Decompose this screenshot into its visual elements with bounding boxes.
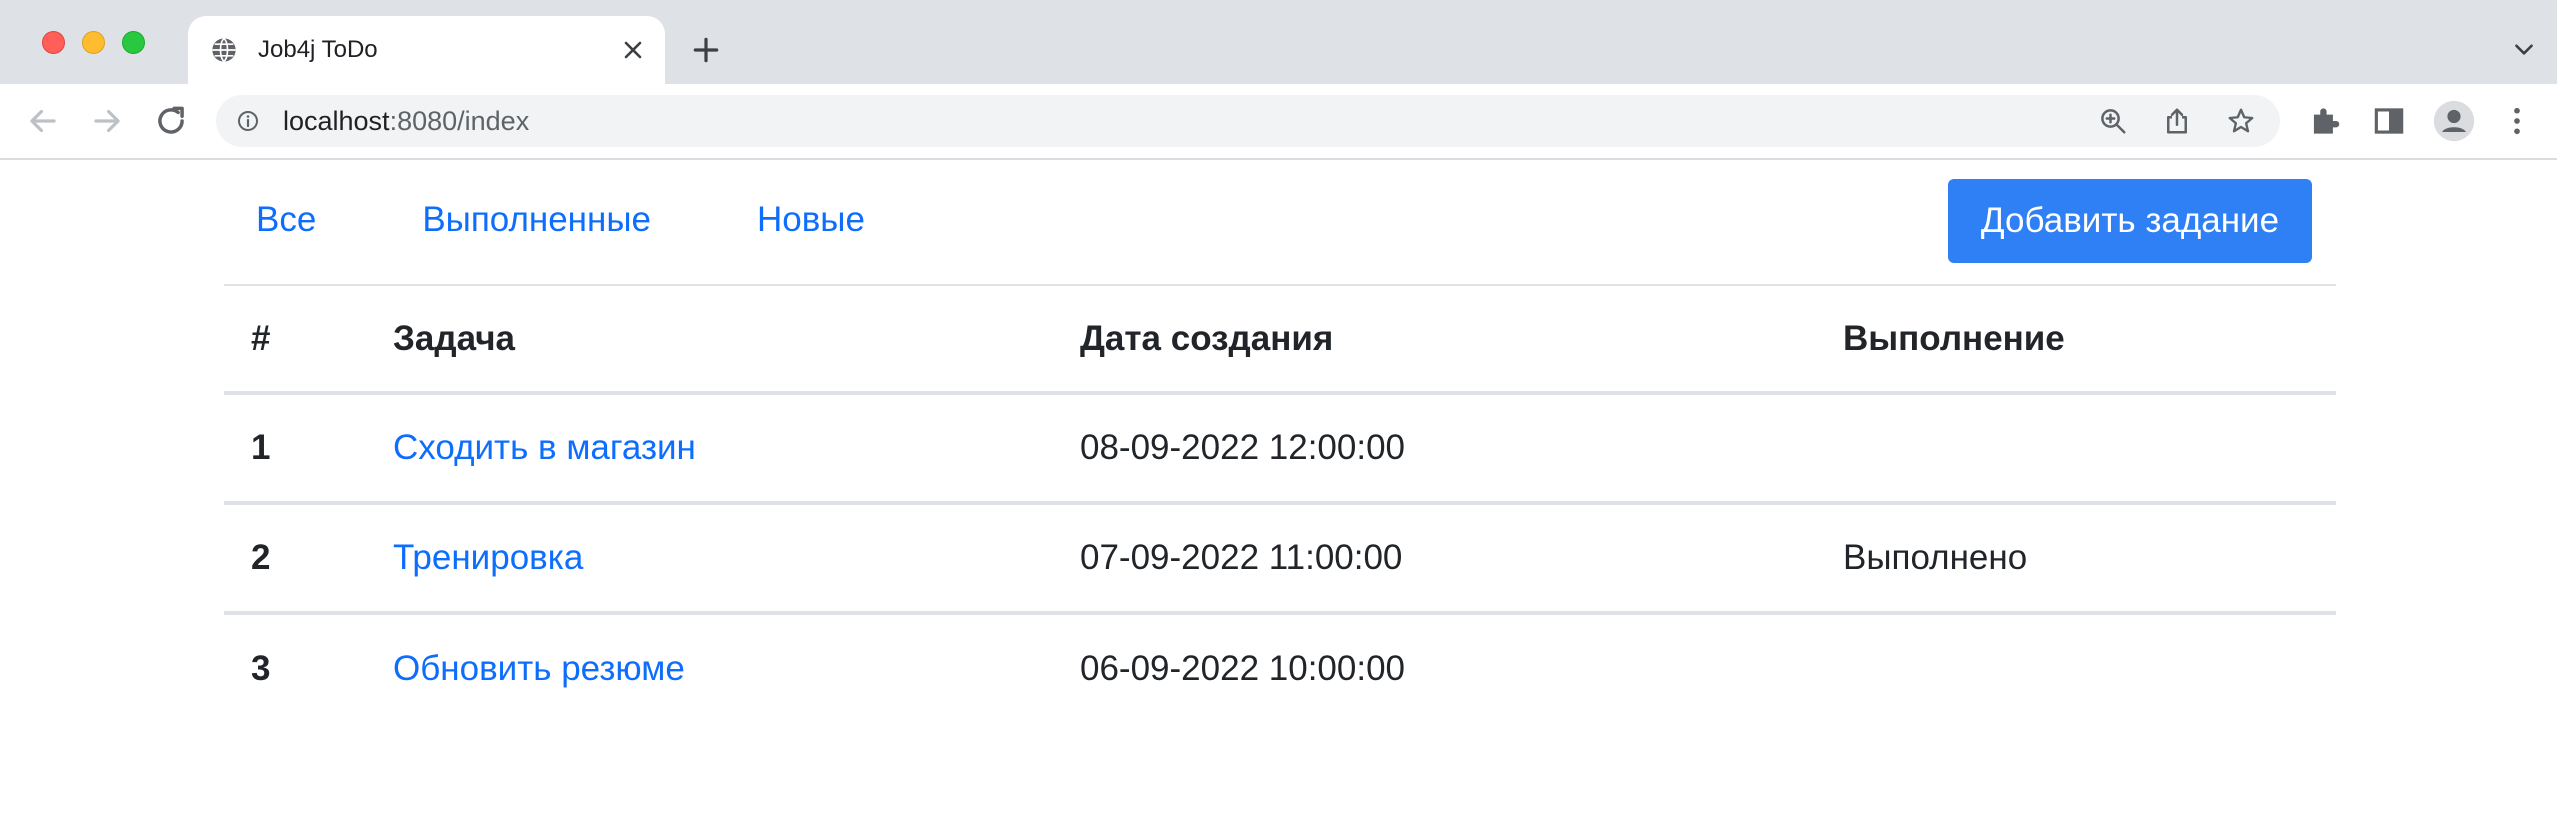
row-task-cell: Тренировка <box>393 503 1080 613</box>
star-icon[interactable] <box>2226 106 2256 136</box>
profile-icon[interactable] <box>2432 99 2476 143</box>
row-task-cell: Сходить в магазин <box>393 393 1080 503</box>
url-path: :8080/index <box>389 106 530 136</box>
header-number: # <box>251 318 271 358</box>
task-link[interactable]: Сходить в магазин <box>393 428 696 467</box>
task-link[interactable]: Обновить резюме <box>393 649 685 688</box>
row-created: 07-09-2022 11:00:00 <box>1080 538 1403 577</box>
row-number: 1 <box>251 428 271 467</box>
share-icon[interactable] <box>2162 106 2192 136</box>
browser-tab-active[interactable]: Job4j ToDo <box>188 16 665 84</box>
header-task: Задача <box>393 318 515 358</box>
row-task-cell: Обновить резюме <box>393 613 1080 723</box>
filter-done-link[interactable]: Выполненные <box>390 200 683 240</box>
side-panel-icon[interactable] <box>2370 102 2408 140</box>
window-close-button[interactable] <box>42 31 65 54</box>
header-created: Дата создания <box>1080 318 1334 358</box>
arrow-right-icon[interactable] <box>88 102 126 140</box>
table-row: 2 Тренировка 07-09-2022 11:00:00 Выполне… <box>224 503 2336 613</box>
header-status: Выполнение <box>1843 318 2065 358</box>
table-header-row: # Задача Дата создания Выполнение <box>224 285 2336 393</box>
filter-nav: Все Выполненные Новые <box>224 194 897 246</box>
chevron-down-icon[interactable] <box>2511 36 2537 62</box>
add-task-button[interactable]: Добавить задание <box>1948 179 2312 263</box>
plus-icon[interactable] <box>690 34 722 66</box>
table-row: 3 Обновить резюме 06-09-2022 10:00:00 <box>224 613 2336 723</box>
filter-new-link[interactable]: Новые <box>725 200 897 240</box>
tab-title: Job4j ToDo <box>258 36 378 63</box>
task-link[interactable]: Тренировка <box>393 538 583 577</box>
filter-all-link[interactable]: Все <box>224 200 348 240</box>
row-status <box>1843 393 2336 503</box>
browser-toolbar: localhost:8080/index <box>0 84 2557 160</box>
row-created: 08-09-2022 12:00:00 <box>1080 428 1405 467</box>
arrow-left-icon[interactable] <box>24 102 62 140</box>
puzzle-icon[interactable] <box>2306 102 2344 140</box>
close-icon[interactable] <box>619 36 647 64</box>
window-zoom-button[interactable] <box>122 31 145 54</box>
row-status <box>1843 613 2336 723</box>
reload-icon[interactable] <box>152 102 190 140</box>
page-content: Все Выполненные Новые Добавить задание #… <box>0 160 2557 826</box>
tasks-table: # Задача Дата создания Выполнение 1 Сход… <box>224 284 2336 723</box>
url-host: localhost <box>283 106 390 136</box>
row-status: Выполнено <box>1843 538 2028 577</box>
row-number: 2 <box>251 538 271 577</box>
browser-tabstrip: Job4j ToDo <box>0 0 2557 84</box>
zoom-in-icon[interactable] <box>2098 106 2128 136</box>
url-text[interactable]: localhost:8080/index <box>283 105 529 137</box>
address-bar[interactable]: localhost:8080/index <box>216 95 2280 147</box>
table-row: 1 Сходить в магазин 08-09-2022 12:00:00 <box>224 393 2336 503</box>
info-icon[interactable] <box>236 109 260 133</box>
globe-icon <box>212 37 236 63</box>
row-created: 06-09-2022 10:00:00 <box>1080 649 1405 688</box>
kebab-menu-icon[interactable] <box>2498 102 2536 140</box>
window-minimize-button[interactable] <box>82 31 105 54</box>
row-number: 3 <box>251 649 271 688</box>
